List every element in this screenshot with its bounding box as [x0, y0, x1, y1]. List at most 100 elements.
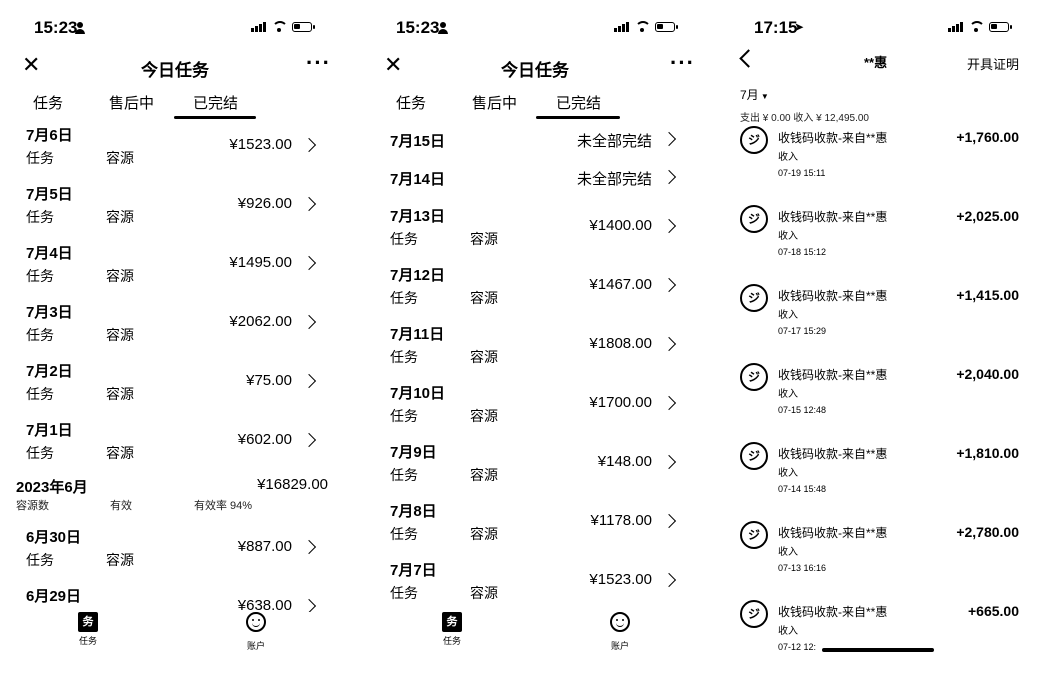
signal-icon	[948, 21, 963, 32]
transaction-amount: +2,025.00	[956, 208, 1019, 224]
row-label-source: 容源	[470, 349, 498, 365]
list-item[interactable]: 7月1日 任务 容源 ¥602.00	[0, 419, 350, 477]
list-item[interactable]: 7月10日 任务 容源 ¥1700.00	[360, 382, 710, 440]
list-item[interactable]: 7月12日 任务 容源 ¥1467.00	[360, 264, 710, 322]
row-date: 7月6日	[26, 127, 73, 144]
tab-tasks[interactable]: 任务	[33, 92, 63, 113]
transaction-amount: +1,415.00	[956, 287, 1019, 303]
transaction-row[interactable]: ジ 收钱码收款-来自**惠 收入 07-17 15:29 +1,415.00	[722, 284, 1041, 354]
page-title: **惠	[864, 55, 888, 70]
list-item[interactable]: 7月8日 任务 容源 ¥1178.00	[360, 500, 710, 558]
list-item[interactable]: 7月2日 任务 容源 ¥75.00	[0, 360, 350, 418]
row-date: 7月13日	[390, 208, 446, 225]
transaction-row[interactable]: ジ 收钱码收款-来自**惠 收入 07-13 16:16 +2,780.00	[722, 521, 1041, 591]
list-item[interactable]: 7月6日 任务 容源 ¥1523.00	[0, 124, 350, 182]
status-icons	[614, 21, 678, 32]
row-label-source: 容源	[470, 585, 498, 601]
month-selector[interactable]: 7月 ▼	[740, 86, 769, 103]
list-item[interactable]: 7月4日 任务 容源 ¥1495.00	[0, 242, 350, 300]
back-icon[interactable]	[739, 49, 758, 68]
qr-collect-avatar-icon: ジ	[740, 284, 768, 312]
chevron-right-icon	[301, 137, 317, 153]
home-indicator[interactable]	[822, 648, 934, 652]
row-date: 7月5日	[26, 186, 73, 203]
list-item-pending[interactable]: 7月14日 未全部完结	[360, 168, 710, 204]
transaction-row[interactable]: ジ 收钱码收款-来自**惠 收入 07-12 12: +665.00	[722, 600, 1041, 670]
bottom-nav: 务 任务 账户	[360, 612, 710, 654]
transaction-time: 07-18 15:12	[778, 247, 827, 257]
row-label-task: 任务	[26, 552, 54, 568]
chevron-right-icon	[661, 395, 677, 411]
transaction-type: 收入	[778, 389, 798, 400]
row-amount: ¥1467.00	[589, 276, 652, 293]
chevron-right-icon	[661, 454, 677, 470]
transaction-time: 07-15 12:48	[778, 405, 827, 415]
month-label: 7月	[740, 88, 759, 102]
bottom-nav-label: 账户	[610, 641, 629, 651]
row-label-source: 容源	[106, 209, 134, 225]
transaction-title: 收钱码收款-来自**惠	[778, 289, 888, 303]
more-icon[interactable]: ···	[670, 50, 695, 76]
chevron-right-icon	[661, 336, 677, 352]
transaction-amount: +2,780.00	[956, 524, 1019, 540]
battery-icon	[655, 21, 678, 32]
row-label-task: 任务	[390, 467, 418, 483]
row-label-task: 任务	[390, 290, 418, 306]
bottom-nav-account[interactable]: 账户	[600, 612, 640, 652]
row-amount: ¥1523.00	[589, 571, 652, 588]
transaction-row[interactable]: ジ 收钱码收款-来自**惠 收入 07-18 15:12 +2,025.00	[722, 205, 1041, 275]
list-item[interactable]: 6月30日 任务 容源 ¥887.00	[0, 526, 350, 584]
row-status-note: 未全部完结	[576, 171, 652, 188]
status-time: 15:23	[34, 18, 78, 37]
row-amount: ¥1808.00	[589, 335, 652, 352]
tab-underline	[536, 116, 620, 119]
chevron-right-icon	[661, 572, 677, 588]
row-amount: ¥1178.00	[590, 512, 652, 529]
bottom-nav-account[interactable]: 账户	[236, 612, 276, 652]
list-item-pending[interactable]: 7月15日 未全部完结	[360, 130, 710, 166]
summary-source-count-label: 容源数	[16, 500, 49, 512]
transaction-row[interactable]: ジ 收钱码收款-来自**惠 收入 07-14 15:48 +1,810.00	[722, 442, 1041, 512]
summary-valid-label: 有效	[110, 500, 132, 512]
row-label-source: 容源	[106, 327, 134, 343]
bottom-nav-tasks[interactable]: 务 任务	[432, 612, 472, 647]
chevron-right-icon	[661, 513, 677, 529]
list-item[interactable]: 7月9日 任务 容源 ¥148.00	[360, 441, 710, 499]
qr-collect-avatar-icon: ジ	[740, 126, 768, 154]
tab-after-sales[interactable]: 售后中	[472, 92, 517, 113]
transaction-row[interactable]: ジ 收钱码收款-来自**惠 收入 07-19 15:11 +1,760.00	[722, 126, 1041, 196]
row-date: 7月3日	[26, 304, 73, 321]
row-date: 7月12日	[390, 267, 446, 284]
bottom-nav-tasks[interactable]: 务 任务	[68, 612, 108, 647]
row-label-source: 容源	[470, 526, 498, 542]
row-amount: ¥1495.00	[229, 254, 292, 271]
issue-proof-button[interactable]: 开具证明	[967, 54, 1019, 73]
wifi-icon	[968, 21, 985, 32]
summary-total: ¥16829.00	[257, 476, 328, 493]
row-label-task: 任务	[26, 445, 54, 461]
list-item[interactable]: 7月5日 任务 容源 ¥926.00	[0, 183, 350, 241]
transaction-row[interactable]: ジ 收钱码收款-来自**惠 收入 07-15 12:48 +2,040.00	[722, 363, 1041, 433]
tab-completed[interactable]: 已完结	[193, 92, 238, 113]
row-date: 7月4日	[26, 245, 73, 262]
tab-completed[interactable]: 已完结	[556, 92, 601, 113]
list-item[interactable]: 7月11日 任务 容源 ¥1808.00	[360, 323, 710, 381]
list-item[interactable]: 7月13日 任务 容源 ¥1400.00	[360, 205, 710, 263]
signal-icon	[251, 21, 266, 32]
list-item[interactable]: 7月3日 任务 容源 ¥2062.00	[0, 301, 350, 359]
transaction-time: 07-19 15:11	[778, 168, 826, 178]
tab-tasks[interactable]: 任务	[396, 92, 426, 113]
row-date: 7月14日	[390, 171, 446, 188]
transaction-amount: +1,760.00	[956, 129, 1019, 145]
list-item[interactable]: 7月7日 任务 容源 ¥1523.00	[360, 559, 710, 617]
month-stats: 支出 ¥ 0.00 收入 ¥ 12,495.00	[740, 113, 869, 124]
row-date: 6月29日	[26, 588, 82, 605]
more-icon[interactable]: ···	[306, 50, 331, 76]
row-label-task: 任务	[390, 231, 418, 247]
caret-down-icon: ▼	[758, 92, 769, 101]
bottom-nav-label: 任务	[442, 636, 461, 646]
qr-collect-avatar-icon: ジ	[740, 363, 768, 391]
payment-bill-screen: 17:15 ➤ **惠 开具证明 7月 ▼ 支出 ¥ 0.00 收入 ¥ 12,…	[722, 0, 1041, 674]
month-summary: 2023年6月 ¥16829.00 容源数 有效 有效率 94%	[0, 476, 350, 512]
tab-after-sales[interactable]: 售后中	[109, 92, 154, 113]
